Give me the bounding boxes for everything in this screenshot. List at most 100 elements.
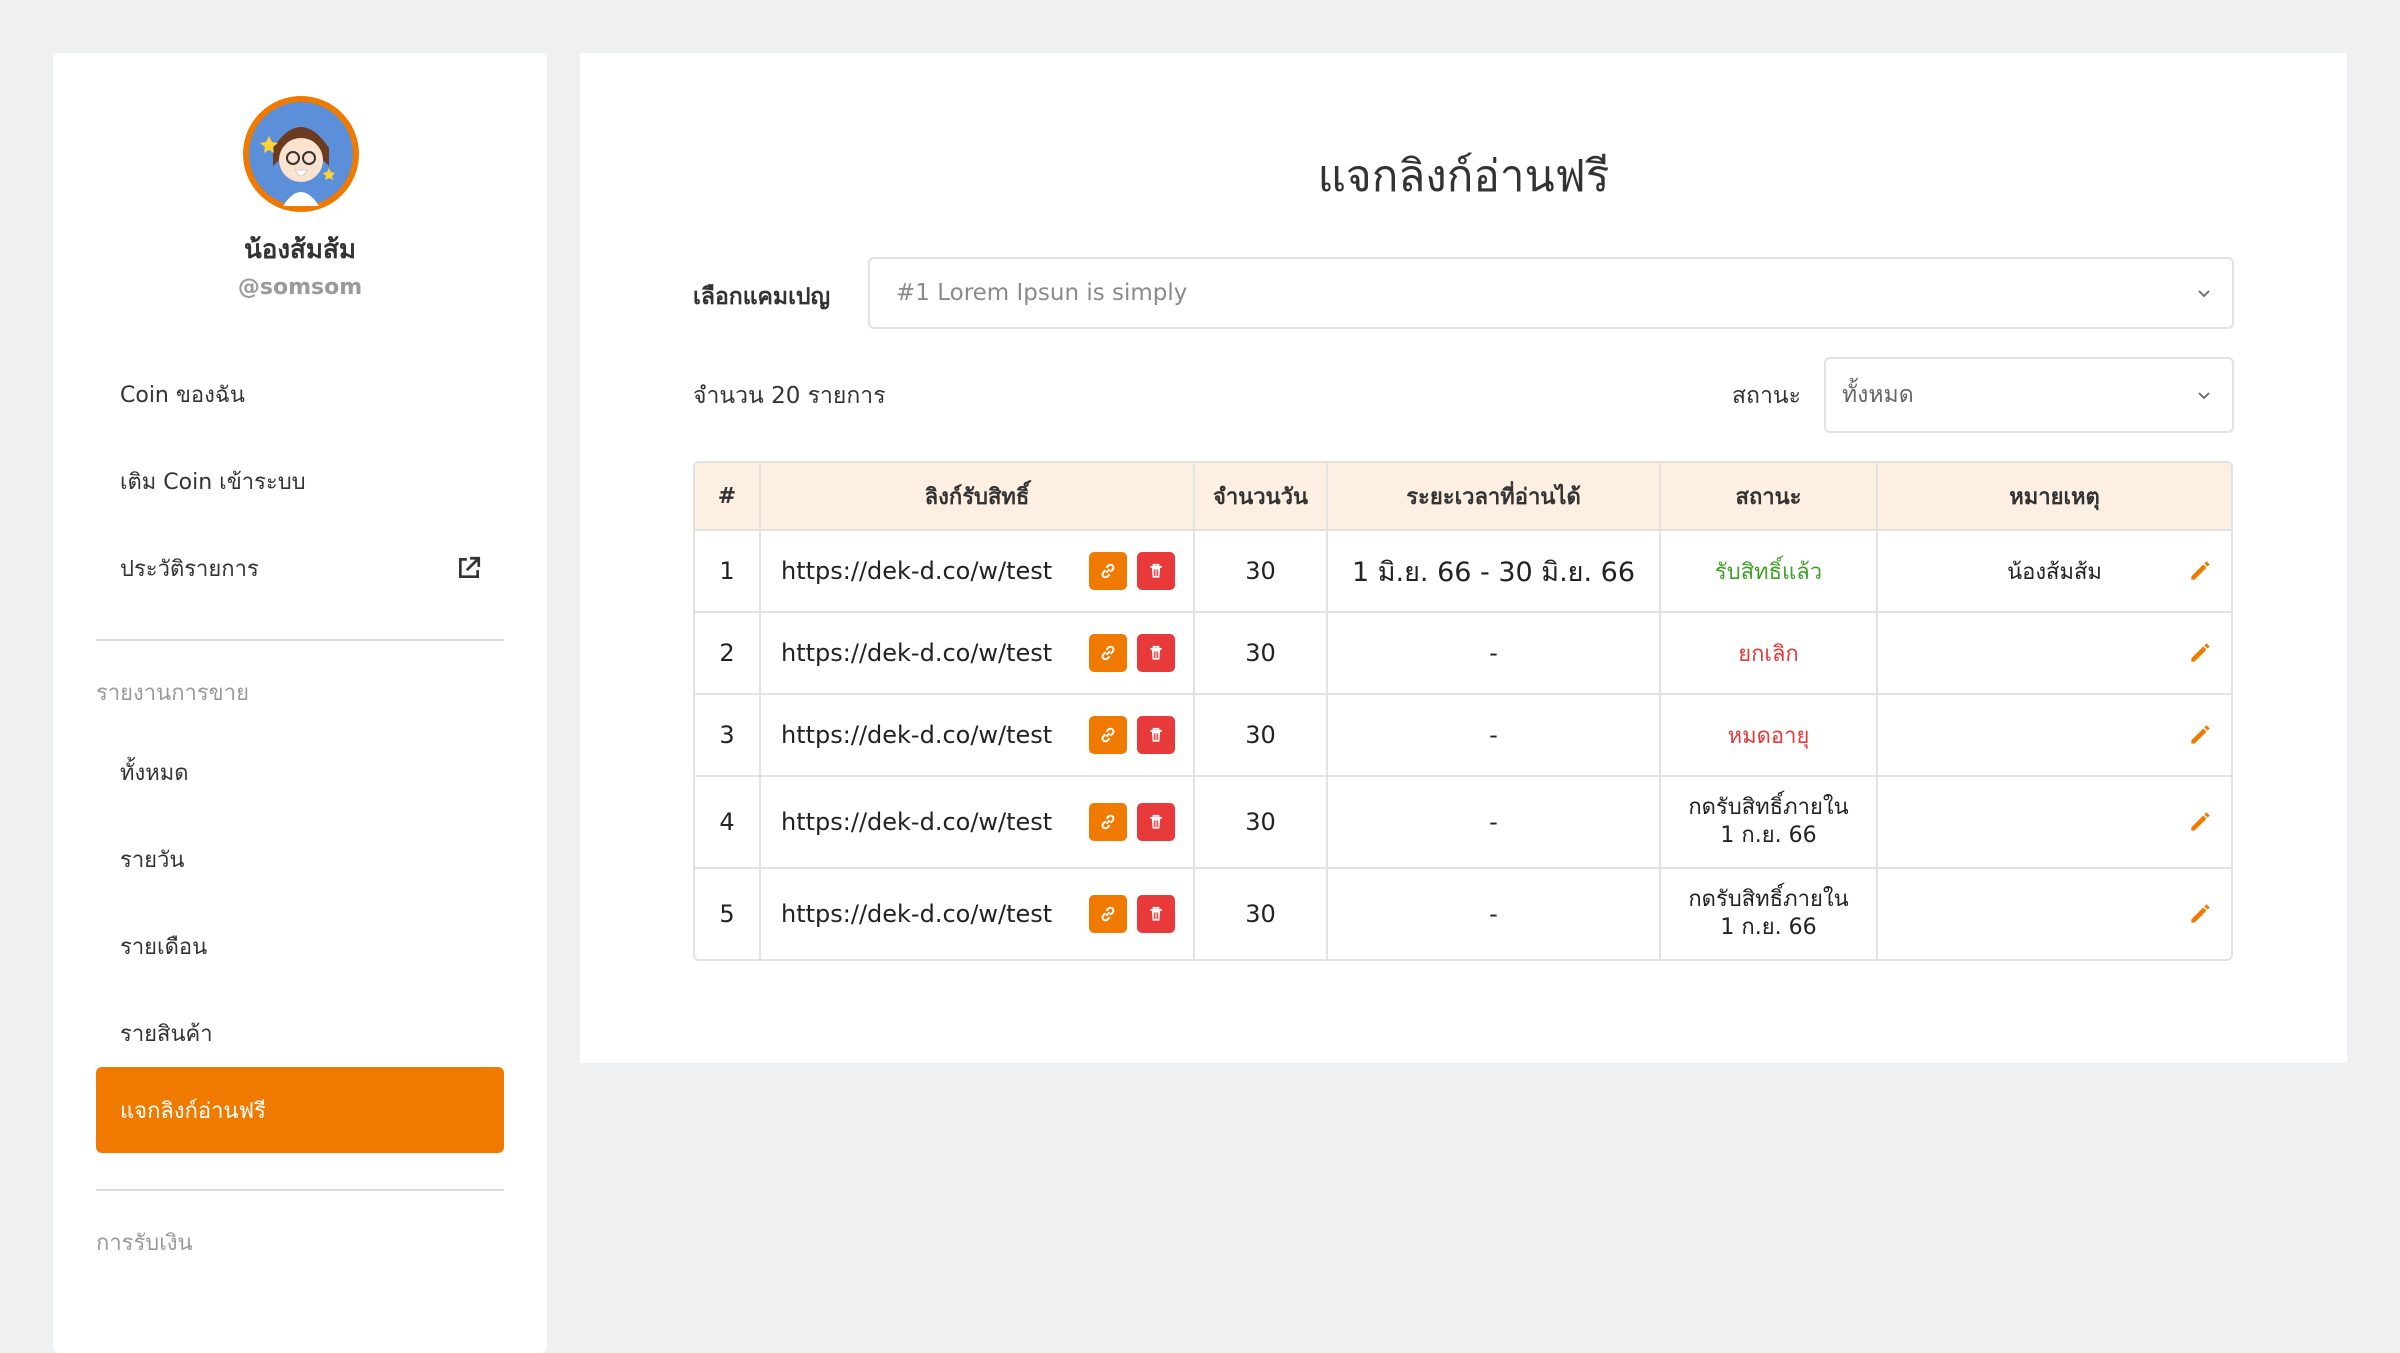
pencil-icon [2187,640,2213,666]
trash-icon [1146,904,1166,924]
status-line-2: 1 ก.ย. 66 [1720,823,1817,848]
header-period: ระยะเวลาที่อ่านได้ [1326,463,1659,529]
sidebar-item-all[interactable]: ทั้งหมด [96,729,504,815]
sidebar-item-free-read-link[interactable]: แจกลิงก์อ่านฟรี [96,1067,504,1153]
link-icon [1098,812,1118,832]
sidebar-item-label: ประวัติรายการ [120,556,259,582]
status-line-2: 1 ก.ย. 66 [1720,915,1817,940]
days-cell: 30 [1193,777,1326,867]
status-text: รับสิทธิ์แล้ว [1714,559,1823,585]
row-number: 5 [719,900,735,928]
copy-link-button[interactable] [1089,803,1127,841]
sidebar-item-label: ทั้งหมด [120,760,189,786]
sidebar-item-label: แจกลิงก์อ่านฟรี [120,1098,266,1124]
link-icon [1098,561,1118,581]
profile-handle: @somsom [237,275,363,300]
status-filter-label: สถานะ [1732,383,1801,409]
sidebar-item-label: รายวัน [120,847,185,873]
sidebar-divider [96,639,504,641]
copy-link-button[interactable] [1089,634,1127,672]
sidebar-section-payment: การรับเงิน [96,1231,193,1256]
days-cell: 30 [1193,613,1326,693]
delete-button[interactable] [1137,895,1175,933]
link-icon [1098,643,1118,663]
delete-button[interactable] [1137,716,1175,754]
trash-icon [1146,725,1166,745]
table-header-row: # ลิงก์รับสิทธิ์ จำนวนวัน ระยะเวลาที่อ่า… [695,463,2231,529]
sidebar-item-daily[interactable]: รายวัน [96,816,504,902]
note-cell [1876,869,2231,959]
days-cell: 30 [1193,695,1326,775]
copy-link-button[interactable] [1089,716,1127,754]
sidebar-item-history[interactable]: ประวัติรายการ [96,525,504,611]
note-cell [1876,695,2231,775]
copy-link-button[interactable] [1089,895,1127,933]
link-url[interactable]: https://dek-d.co/w/test [781,639,1052,667]
period-cell: - [1326,777,1659,867]
sidebar-item-my-coin[interactable]: Coin ของฉัน [96,351,504,437]
note-text: น้องส้มส้ม [2007,559,2102,585]
row-number: 1 [719,557,735,585]
status-line-1: กดรับสิทธิ์ภายใน [1688,887,1849,912]
days-cell: 30 [1193,531,1326,611]
sidebar-section-sales: รายงานการขาย [96,681,249,706]
table-row: 5 https://dek-d.co/w/test 30- กดรับสิทธิ์ภา… [695,867,2231,959]
link-cell: https://dek-d.co/w/test [759,777,1193,867]
row-number: 4 [719,808,735,836]
link-url[interactable]: https://dek-d.co/w/test [781,557,1052,585]
link-cell: https://dek-d.co/w/test [759,613,1193,693]
pencil-icon [2187,901,2213,927]
external-link-icon [458,556,481,579]
header-link: ลิงก์รับสิทธิ์ [759,463,1193,529]
edit-note-button[interactable] [2187,901,2213,927]
table-body: 1 https://dek-d.co/w/test 30 1 มิ.ย. 66 - 3… [695,529,2231,959]
edit-note-button[interactable] [2187,809,2213,835]
link-url[interactable]: https://dek-d.co/w/test [781,721,1052,749]
status-cell: ยกเลิก [1659,613,1876,693]
sidebar: น้องส้มส้ม @somsom Coin ของฉัน เติม Coin… [53,53,547,1353]
sidebar-item-label: รายเดือน [120,934,208,960]
delete-button[interactable] [1137,552,1175,590]
edit-note-button[interactable] [2187,722,2213,748]
profile-name: น้องส้มส้ม [243,235,357,265]
link-icon [1098,904,1118,924]
status-text: กดรับสิทธิ์ภายใน 1 ก.ย. 66 [1688,886,1848,942]
status-cell: หมดอายุ [1659,695,1876,775]
period-cell: - [1326,869,1659,959]
avatar-image [249,102,353,206]
sidebar-item-topup-coin[interactable]: เติม Coin เข้าระบบ [96,438,504,524]
status-text: ยกเลิก [1738,641,1799,667]
trash-icon [1146,643,1166,663]
delete-button[interactable] [1137,803,1175,841]
page-title: แจกลิงก์อ่านฟรี [1317,151,1610,202]
edit-note-button[interactable] [2187,558,2213,584]
avatar[interactable] [243,96,359,212]
sidebar-divider [96,1189,504,1191]
status-filter-value: ทั้งหมด [1842,382,1914,408]
pencil-icon [2187,558,2213,584]
link-icon [1098,725,1118,745]
link-cell: https://dek-d.co/w/test [759,695,1193,775]
campaign-label: เลือกแคมเปญ [693,284,831,310]
status-text: กดรับสิทธิ์ภายใน 1 ก.ย. 66 [1688,794,1848,850]
campaign-select[interactable]: #1 Lorem Ipsun is simply [868,257,2234,329]
sidebar-item-label: Coin ของฉัน [120,382,245,408]
trash-icon [1146,812,1166,832]
sidebar-item-label: รายสินค้า [120,1021,213,1047]
table-row: 4 https://dek-d.co/w/test 30- กดรับสิทธิ์ภา… [695,775,2231,867]
sidebar-item-monthly[interactable]: รายเดือน [96,903,504,989]
delete-button[interactable] [1137,634,1175,672]
note-cell [1876,777,2231,867]
link-url[interactable]: https://dek-d.co/w/test [781,900,1052,928]
chevron-down-icon [2198,290,2210,298]
row-number: 3 [719,721,735,749]
period-cell: 1 มิ.ย. 66 - 30 มิ.ย. 66 [1326,531,1659,611]
sidebar-item-by-product[interactable]: รายสินค้า [96,990,504,1076]
copy-link-button[interactable] [1089,552,1127,590]
table-row: 1 https://dek-d.co/w/test 30 1 มิ.ย. 66 - 3… [695,529,2231,611]
status-line-1: กดรับสิทธิ์ภายใน [1688,795,1849,820]
link-cell: https://dek-d.co/w/test [759,869,1193,959]
status-filter-select[interactable]: ทั้งหมด [1824,357,2234,433]
edit-note-button[interactable] [2187,640,2213,666]
link-url[interactable]: https://dek-d.co/w/test [781,808,1052,836]
